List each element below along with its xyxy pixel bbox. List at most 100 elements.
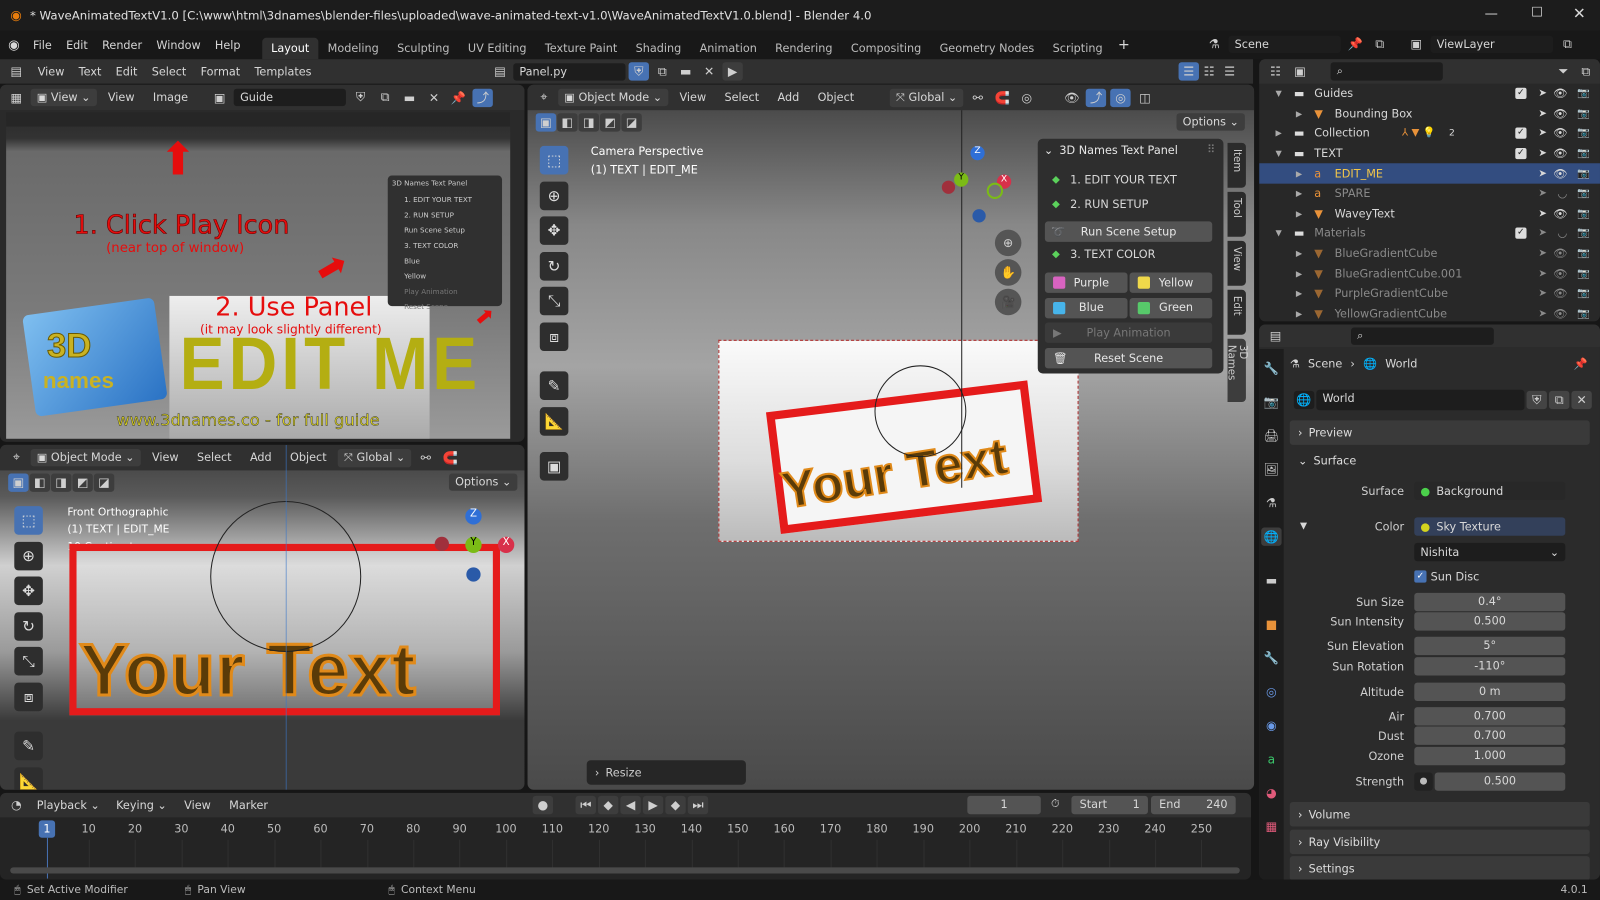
image-name-field[interactable]: Guide — [233, 88, 347, 107]
mode-select[interactable]: ▣ Object Mode ⌄ — [30, 448, 141, 467]
tab-compositing[interactable]: Compositing — [842, 38, 931, 59]
selectable-arrow-icon[interactable]: ➤ — [1538, 148, 1547, 159]
sidebar-tab-edit[interactable]: Edit — [1227, 289, 1246, 335]
menu-select[interactable]: Select — [717, 89, 766, 106]
menu-object[interactable]: Object — [810, 89, 861, 106]
drag-handle-icon[interactable]: ⠿ — [1207, 143, 1215, 156]
render-camera-icon[interactable]: 📷 — [1577, 148, 1590, 159]
section-ray-visibility[interactable]: › Ray Visibility — [1289, 829, 1590, 855]
image-browse-icon[interactable]: ▣ — [209, 88, 229, 106]
color-yellow-button[interactable]: Yellow — [1129, 272, 1213, 293]
start-frame-field[interactable]: Start 1 — [1071, 795, 1148, 815]
line-numbers-icon[interactable]: ☰ — [1178, 62, 1199, 81]
eye-closed-icon[interactable]: ◡ — [1558, 227, 1568, 240]
collapse-triangle-icon[interactable]: ▼ — [1300, 521, 1307, 531]
tab-shading[interactable]: Shading — [626, 38, 690, 59]
select-extend-icon[interactable]: ◧ — [29, 473, 50, 492]
exclude-checkbox[interactable]: ✓ — [1515, 227, 1527, 240]
camera-view-icon[interactable]: 🎥 — [994, 288, 1022, 316]
word-wrap-icon[interactable]: ☷ — [1199, 62, 1219, 80]
pin-icon[interactable]: 📌 — [1574, 357, 1588, 370]
scale-tool-icon[interactable]: ⤡ — [14, 646, 43, 676]
minimize-button[interactable]: — — [1485, 6, 1498, 21]
exclude-checkbox[interactable]: ✓ — [1515, 148, 1527, 160]
add-workspace-button[interactable]: + — [1118, 37, 1130, 53]
editor-type-3d-icon[interactable]: ⌖ — [534, 88, 554, 106]
gizmo-neg-x[interactable] — [941, 180, 956, 194]
outliner-row-text[interactable]: ▼ ▬ TEXT ✓ ➤ 👁 📷 — [1259, 144, 1600, 164]
gizmo-neg-x[interactable] — [434, 536, 449, 552]
timeline-scrollbar[interactable] — [10, 867, 1240, 874]
properties-search[interactable]: ⌕ — [1351, 327, 1494, 345]
render-camera-icon[interactable]: 📷 — [1577, 248, 1590, 259]
outliner-row-guides[interactable]: ▼ ▬ Guides ✓ ➤ 👁 📷 — [1259, 84, 1600, 104]
open-image-icon[interactable]: ▬ — [399, 88, 419, 106]
outliner-row-edit-me[interactable]: ▶ a EDIT_ME ➤ 👁 📷 — [1259, 163, 1600, 184]
current-frame-field[interactable]: 1 — [967, 795, 1041, 815]
pin-icon[interactable]: 📌 — [1345, 35, 1365, 53]
selectable-arrow-icon[interactable]: ➤ — [1538, 248, 1547, 259]
world-browse-icon[interactable]: 🌐 — [1293, 390, 1315, 410]
current-frame-indicator[interactable]: 1 — [38, 820, 56, 838]
new-text-icon[interactable]: ⧉ — [652, 62, 672, 80]
open-folder-icon[interactable]: ▬ — [676, 62, 696, 80]
zoom-icon[interactable]: ⊕ — [994, 229, 1022, 257]
select-intersect-icon[interactable]: ◪ — [621, 113, 642, 132]
outliner-row-bounding-box[interactable]: ▶ ▼ Bounding Box ➤ 👁 📷 — [1259, 104, 1600, 124]
exclude-checkbox[interactable]: ✓ — [1515, 88, 1527, 100]
scale-tool-icon[interactable]: ⤡ — [539, 286, 569, 316]
ozone-value[interactable]: 1.000 — [1414, 746, 1566, 766]
eye-icon[interactable]: 👁 — [1553, 107, 1567, 120]
selectable-arrow-icon[interactable]: ➤ — [1538, 228, 1547, 239]
editor-type-properties-icon[interactable]: ▤ — [1265, 327, 1285, 345]
selectable-arrow-icon[interactable]: ➤ — [1538, 208, 1547, 219]
color-input-field[interactable]: ● Sky Texture — [1414, 517, 1566, 536]
render-camera-icon[interactable]: 📷 — [1577, 168, 1590, 179]
transform-tool-icon[interactable]: ⧈ — [539, 321, 569, 351]
sidebar-tab-item[interactable]: Item — [1227, 142, 1246, 188]
gizmo-z[interactable]: Z — [465, 508, 482, 525]
menu-add[interactable]: Add — [243, 449, 279, 466]
selectable-arrow-icon[interactable]: ➤ — [1538, 88, 1547, 99]
filter-icon[interactable]: ⏷ — [1553, 62, 1573, 80]
render-camera-icon[interactable]: 📷 — [1577, 208, 1590, 219]
outliner-row-yellowgradientcube[interactable]: ▶ ▼ YellowGradientCube ➤ 👁 📷 — [1259, 304, 1600, 322]
sun-size-value[interactable]: 0.4° — [1414, 592, 1566, 612]
tab-rendering[interactable]: Rendering — [766, 38, 842, 59]
tab-animation[interactable]: Animation — [690, 38, 766, 59]
section-preview[interactable]: › Preview — [1289, 420, 1590, 445]
gizmo-y[interactable]: Y — [465, 536, 482, 554]
outliner-row-purplegradientcube[interactable]: ▶ ▼ PurpleGradientCube ➤ 👁 📷 — [1259, 284, 1600, 304]
eye-icon[interactable]: 👁 — [1553, 147, 1567, 160]
expanded-arrow-icon[interactable]: ▼ — [1276, 89, 1282, 98]
outliner-search[interactable]: ⌕ — [1330, 62, 1443, 81]
view-mode-select[interactable]: ▣ View ⌄ — [30, 88, 97, 107]
text-browse-icon[interactable]: ▤ — [490, 62, 510, 80]
sun-intensity-value[interactable]: 0.500 — [1414, 612, 1566, 631]
eye-closed-icon[interactable]: ◡ — [1558, 187, 1568, 200]
pin-image-icon[interactable]: 📌 — [448, 88, 468, 106]
outliner-row-bluegradientcube-001[interactable]: ▶ ▼ BlueGradientCube.001 ➤ 👁 📷 — [1259, 264, 1600, 284]
proportional-edit-icon[interactable]: ◎ — [1017, 88, 1037, 106]
keying-menu[interactable]: Keying ⌄ — [110, 796, 173, 813]
section-surface[interactable]: ⌄ Surface — [1290, 448, 1590, 472]
select-intersect-icon[interactable]: ◪ — [93, 473, 115, 492]
tab-modeling[interactable]: Modeling — [318, 38, 387, 59]
new-collection-icon[interactable]: ⧉ — [1575, 62, 1595, 80]
menu-select[interactable]: Select — [190, 449, 239, 466]
mode-select[interactable]: ▣ Object Mode ⌄ — [558, 88, 669, 107]
air-value[interactable]: 0.700 — [1414, 707, 1566, 726]
unlink-image-icon[interactable]: ✕ — [424, 88, 444, 106]
menu-help[interactable]: Help — [208, 36, 248, 53]
render-camera-icon[interactable]: 📷 — [1577, 188, 1590, 199]
selectable-arrow-icon[interactable]: ➤ — [1538, 288, 1547, 299]
next-keyframe-icon[interactable]: ◆ — [665, 795, 686, 815]
prev-keyframe-icon[interactable]: ◆ — [597, 795, 619, 815]
collapsed-arrow-icon[interactable]: ▶ — [1296, 289, 1302, 298]
navigation-gizmo[interactable]: Z Y X — [434, 508, 515, 582]
expanded-arrow-icon[interactable]: ▼ — [1276, 229, 1282, 238]
close-button[interactable]: ✕ — [1573, 4, 1586, 22]
run-script-play-icon[interactable]: ▶ — [722, 62, 743, 81]
collapsed-arrow-icon[interactable]: ▶ — [1276, 129, 1282, 138]
clock-icon[interactable]: ⏱ — [1051, 797, 1060, 811]
